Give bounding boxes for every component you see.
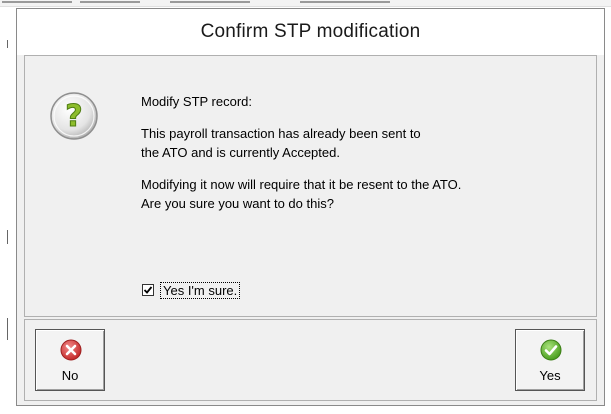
confirm-checkbox-label[interactable]: Yes I'm sure. bbox=[160, 281, 241, 299]
yes-button[interactable]: Yes bbox=[515, 329, 585, 391]
background-mark bbox=[80, 1, 140, 3]
dialog-titlebar[interactable]: Confirm STP modification bbox=[17, 9, 604, 55]
message-text: Modify STP record: This payroll transact… bbox=[141, 92, 581, 213]
message-paragraph-resend: Modifying it now will require that it be… bbox=[141, 177, 462, 192]
screen: Confirm STP modification ? Modify STP re… bbox=[0, 0, 611, 414]
yes-button-label: Yes bbox=[539, 368, 561, 383]
message-paragraph-question: Are you sure you want to do this? bbox=[141, 196, 334, 211]
background-tick bbox=[7, 230, 8, 244]
checkmark-icon bbox=[143, 286, 153, 294]
background-window-edge bbox=[0, 0, 611, 7]
background-tick bbox=[7, 318, 8, 340]
background-mark bbox=[300, 1, 390, 3]
background-mark bbox=[2, 1, 72, 3]
question-icon: ? bbox=[50, 92, 98, 140]
svg-text:?: ? bbox=[65, 99, 82, 134]
background-mark bbox=[170, 1, 250, 3]
message-paragraph-sent: This payroll transaction has already bee… bbox=[141, 126, 421, 160]
background-tick bbox=[7, 40, 8, 48]
dialog-title: Confirm STP modification bbox=[200, 21, 421, 42]
button-panel: No Yes bbox=[24, 319, 597, 401]
confirm-checkbox-row[interactable]: Yes I'm sure. bbox=[142, 281, 241, 299]
red-x-icon bbox=[60, 339, 82, 361]
no-button[interactable]: No bbox=[35, 329, 105, 391]
confirm-dialog: Confirm STP modification ? Modify STP re… bbox=[16, 8, 605, 406]
message-panel: ? Modify STP record: This payroll transa… bbox=[24, 55, 597, 317]
confirm-checkbox[interactable] bbox=[142, 284, 154, 296]
green-check-icon bbox=[540, 339, 562, 361]
message-heading: Modify STP record: bbox=[141, 94, 253, 109]
no-button-label: No bbox=[61, 368, 79, 383]
